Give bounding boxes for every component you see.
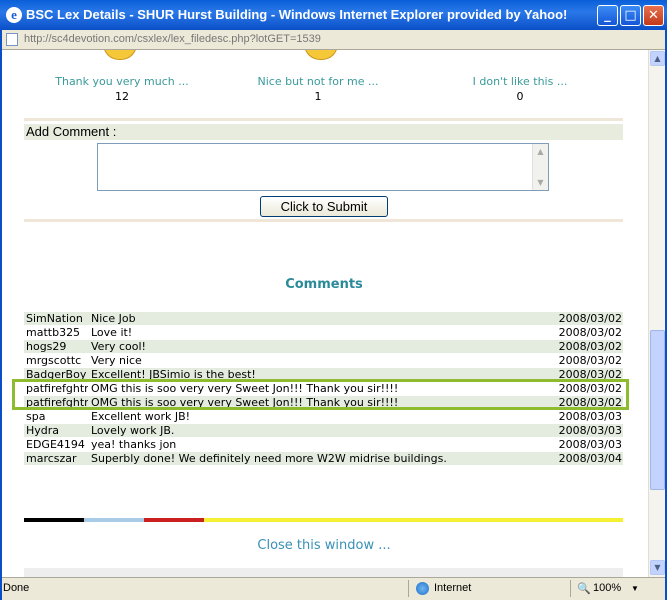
comment-row: marcszar Superbly done! We definitely nee… [24,452,623,465]
comment-user: marcszar [26,452,77,465]
chevron-up-icon[interactable]: ▲ [535,146,546,157]
comment-date: 2008/03/02 [558,326,622,339]
comment-date: 2008/03/03 [558,438,622,451]
url-text[interactable]: http://sc4devotion.com/csxlex/lex_filede… [24,33,321,45]
comment-textarea[interactable]: ▲ ▼ [97,143,549,191]
comment-date: 2008/03/02 [558,340,622,353]
comment-user: SimNation [26,312,83,325]
chevron-down-icon[interactable]: ▼ [631,584,639,593]
happy-smiley-icon [103,50,137,60]
comment-date: 2008/03/02 [558,354,622,367]
comment-user: Hydra [26,424,60,437]
comments-title: Comments [285,277,363,292]
internet-explorer-icon: e [6,7,22,23]
vote-count: 1 [314,90,322,103]
comment-row: Hydra Lovely work JB. 2008/03/03 [24,424,623,437]
comment-text: Nice Job [91,312,136,325]
address-bar[interactable]: http://sc4devotion.com/csxlex/lex_filede… [0,30,667,50]
divider [570,580,571,597]
comment-user: mrgscottc [26,354,82,367]
divider [24,118,623,121]
divider [408,580,409,597]
comment-row: hogs29 Very cool! 2008/03/02 [24,340,623,353]
scroll-thumb[interactable] [650,330,665,490]
textarea-scrollbar[interactable]: ▲ ▼ [532,144,548,190]
comment-date: 2008/03/04 [558,452,622,465]
comment-row: mattb325 Love it! 2008/03/02 [24,326,623,339]
highlight-box [12,379,629,410]
vote-count: 0 [516,90,524,103]
comment-row: spa Excellent work JB! 2008/03/03 [24,410,623,423]
status-text: Done [3,582,30,594]
minimize-button[interactable]: _ [597,5,618,26]
color-bar-segment [204,518,623,522]
page-content: Thank you very much ... Nice but not for… [0,50,648,577]
divider [24,219,623,222]
comment-date: 2008/03/03 [558,410,622,423]
window-border [0,30,2,600]
window-title: BSC Lex Details - SHUR Hurst Building - … [26,7,568,22]
title-bar: e BSC Lex Details - SHUR Hurst Building … [0,0,667,30]
neutral-smiley-icon [304,50,338,60]
comment-text: Very nice [91,354,142,367]
comment-user: mattb325 [26,326,81,339]
submit-button[interactable]: Click to Submit [260,196,388,217]
comment-user: hogs29 [26,340,67,353]
comment-text: Lovely work JB. [91,424,175,437]
footer-strip [24,568,623,577]
status-bar: Done Internet 🔍 100% ▼ [0,577,667,600]
scroll-down-icon[interactable]: ▼ [650,560,665,575]
vote-count: 12 [115,90,129,103]
close-button[interactable]: ✕ [643,5,664,26]
close-window-link[interactable]: Close this window ... [0,538,648,553]
zoom-icon[interactable]: 🔍 [577,582,591,595]
vote-dislike-link[interactable]: I don't like this ... [420,75,620,88]
vote-nice-but-link[interactable]: Nice but not for me ... [218,75,418,88]
comment-user: spa [26,410,46,423]
vote-thank-you-link[interactable]: Thank you very much ... [22,75,222,88]
comment-row: SimNation Nice Job 2008/03/02 [24,312,623,325]
comment-row: mrgscottc Very nice 2008/03/02 [24,354,623,367]
globe-icon [416,582,429,595]
comment-date: 2008/03/02 [558,312,622,325]
comment-row: EDGE4194 yea! thanks jon 2008/03/03 [24,438,623,451]
zoom-level[interactable]: 100% [593,582,621,594]
comment-text: Superbly done! We definitely need more W… [91,452,447,465]
comment-text: Very cool! [91,340,146,353]
add-comment-header: Add Comment : [24,124,623,140]
comment-text: yea! thanks jon [91,438,177,451]
color-bar-segment [144,518,204,522]
page-icon [6,33,18,46]
comment-text: Love it! [91,326,133,339]
scroll-up-icon[interactable]: ▲ [650,51,665,66]
maximize-button[interactable]: □ [620,5,641,26]
color-bar-segment [84,518,144,522]
zone-text: Internet [434,582,472,594]
comment-text: Excellent work JB! [91,410,191,423]
color-bar-segment [24,518,84,522]
page-scrollbar[interactable]: ▲ ▼ [648,50,665,577]
comment-user: EDGE4194 [26,438,85,451]
comment-date: 2008/03/03 [558,424,622,437]
chevron-down-icon[interactable]: ▼ [535,177,546,188]
